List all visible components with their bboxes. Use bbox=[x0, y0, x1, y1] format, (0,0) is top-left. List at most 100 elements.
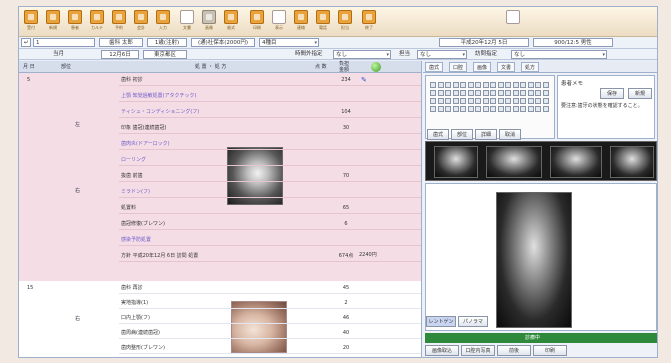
pen-icon[interactable]: ✎ bbox=[361, 76, 367, 84]
strip-thumb-1[interactable] bbox=[434, 146, 478, 178]
tab-3[interactable]: 文書 bbox=[497, 62, 516, 72]
tooth-cell[interactable] bbox=[497, 82, 504, 88]
save-button[interactable]: 保存 bbox=[600, 88, 624, 99]
table-row[interactable]: 歯周病(連続歯冠) 40 bbox=[119, 328, 421, 339]
table-row[interactable]: 口内上顎(フ) 46 bbox=[119, 313, 421, 324]
tooth-cell[interactable] bbox=[527, 98, 534, 104]
panorama-tab[interactable]: パノラマ bbox=[458, 316, 488, 327]
toolbar-button-chart[interactable]: カルテ bbox=[89, 10, 105, 34]
tooth-cell[interactable] bbox=[460, 82, 466, 88]
xray-large-view[interactable] bbox=[496, 192, 572, 328]
tooth-cell[interactable] bbox=[490, 82, 496, 88]
patient-id-field[interactable]: 1 bbox=[33, 38, 95, 47]
tooth-cell[interactable] bbox=[520, 98, 526, 104]
clear-button[interactable]: 取消 bbox=[499, 129, 521, 140]
tooth-cell[interactable] bbox=[445, 98, 451, 104]
viewer-tab-0[interactable]: 画像取込 bbox=[425, 345, 459, 356]
table-row[interactable]: ローリング bbox=[119, 155, 421, 166]
tooth-cell[interactable] bbox=[512, 82, 519, 88]
month-field[interactable]: 12月6日 bbox=[101, 50, 139, 59]
tooth-cell[interactable] bbox=[437, 98, 444, 104]
viewer-tab-2[interactable]: 前後 bbox=[497, 345, 531, 356]
tooth-cell[interactable] bbox=[445, 90, 451, 96]
tooth-cell[interactable] bbox=[475, 98, 481, 104]
tooth-cell[interactable] bbox=[430, 106, 436, 112]
tooth-cell[interactable] bbox=[527, 106, 534, 112]
toolbar-button-document[interactable] bbox=[505, 10, 521, 34]
toolbar-button-image[interactable]: 画像 bbox=[201, 10, 217, 34]
tooth-cell[interactable] bbox=[482, 106, 489, 112]
table-row[interactable]: 歯肉整形(ブレワン) 20 bbox=[119, 343, 421, 354]
xray-tab[interactable]: レントゲン bbox=[426, 316, 456, 327]
toolbar-button-monitor[interactable]: 表示 bbox=[271, 10, 287, 34]
table-row[interactable]: ティシュ・コンディショニング(フ) 104 bbox=[119, 107, 421, 118]
table-row[interactable]: 印象 歯冠(連続歯冠) 30 bbox=[119, 123, 421, 134]
toolbar-button-calendar[interactable]: 予約 bbox=[111, 10, 127, 34]
tooth-cell[interactable] bbox=[460, 98, 466, 104]
tooth-cell[interactable] bbox=[512, 98, 519, 104]
tooth-cell[interactable] bbox=[527, 90, 534, 96]
tooth-cell[interactable] bbox=[520, 106, 526, 112]
ok-icon[interactable] bbox=[371, 62, 381, 72]
tooth-cell[interactable] bbox=[535, 106, 541, 112]
detail-button[interactable]: 詳細 bbox=[475, 129, 497, 140]
tab-2[interactable]: 画像 bbox=[473, 62, 492, 72]
tooth-cell[interactable] bbox=[430, 82, 436, 88]
toolbar-button-bell[interactable]: 受付 bbox=[23, 10, 39, 34]
tooth-cell[interactable] bbox=[475, 82, 481, 88]
table-row[interactable]: 歯肉炎(ドアーロック) bbox=[119, 139, 421, 150]
tooth-button[interactable]: 歯式 bbox=[427, 129, 449, 140]
tooth-cell[interactable] bbox=[527, 82, 534, 88]
tooth-cell[interactable] bbox=[482, 90, 489, 96]
tooth-cell[interactable] bbox=[467, 98, 474, 104]
toolbar-button-card[interactable]: 入力 bbox=[155, 10, 171, 34]
tooth-cell[interactable] bbox=[535, 82, 541, 88]
tooth-cell[interactable] bbox=[505, 106, 511, 112]
table-row[interactable]: ミラドン(フ) bbox=[119, 187, 421, 198]
table-row[interactable]: 歯科 再診 45 bbox=[119, 283, 421, 294]
strip-thumb-3[interactable] bbox=[550, 146, 602, 178]
back-button[interactable]: ↵ bbox=[21, 38, 31, 47]
memo-text[interactable]: 要注意:歯牙の状態を確認すること。 bbox=[561, 102, 651, 110]
table-row[interactable]: 実地指導(1) 2 bbox=[119, 298, 421, 309]
tooth-cell[interactable] bbox=[490, 98, 496, 104]
tooth-cell[interactable] bbox=[460, 90, 466, 96]
tooth-cell[interactable] bbox=[452, 82, 459, 88]
tooth-cell[interactable] bbox=[497, 90, 504, 96]
tooth-cell[interactable] bbox=[505, 98, 511, 104]
tooth-cell[interactable] bbox=[520, 90, 526, 96]
viewer-tab-1[interactable]: 口腔内写真 bbox=[461, 345, 495, 356]
tooth-cell[interactable] bbox=[512, 106, 519, 112]
tooth-cell[interactable] bbox=[467, 82, 474, 88]
tooth-cell[interactable] bbox=[520, 82, 526, 88]
toolbar-button-help[interactable]: 終了 bbox=[361, 10, 377, 34]
tooth-cell[interactable] bbox=[445, 106, 451, 112]
count-select[interactable]: 4種目 bbox=[259, 38, 319, 47]
tooth-cell[interactable] bbox=[430, 98, 436, 104]
tooth-cell[interactable] bbox=[445, 82, 451, 88]
period-field[interactable]: 東京都区 bbox=[143, 50, 187, 59]
tooth-cell[interactable] bbox=[542, 106, 549, 112]
tooth-cell[interactable] bbox=[482, 98, 489, 104]
toolbar-button-patient[interactable]: 患者 bbox=[67, 10, 83, 34]
toolbar-button-phone[interactable]: 電話 bbox=[315, 10, 331, 34]
viewer-tab-3[interactable]: 印刷 bbox=[533, 345, 567, 356]
tooth-cell[interactable] bbox=[452, 106, 459, 112]
tooth-cell[interactable] bbox=[490, 90, 496, 96]
table-row[interactable]: 上顎 知覚過敏処置(アタクチック) bbox=[119, 91, 421, 102]
tooth-cell[interactable] bbox=[475, 90, 481, 96]
time-select[interactable]: なし bbox=[333, 50, 391, 59]
visit-select[interactable]: なし bbox=[511, 50, 607, 59]
table-row[interactable]: 歯冠修復(ブレワン) 6 bbox=[119, 219, 421, 230]
area-button[interactable]: 部位 bbox=[451, 129, 473, 140]
tooth-cell[interactable] bbox=[535, 90, 541, 96]
tooth-cell[interactable] bbox=[437, 106, 444, 112]
tooth-cell[interactable] bbox=[542, 98, 549, 104]
tooth-cell[interactable] bbox=[437, 90, 444, 96]
tooth-cell[interactable] bbox=[512, 90, 519, 96]
tooth-cell[interactable] bbox=[452, 90, 459, 96]
tooth-cell[interactable] bbox=[542, 90, 549, 96]
tooth-cell[interactable] bbox=[497, 98, 504, 104]
toolbar-button-paper[interactable]: 文書 bbox=[179, 10, 195, 34]
tooth-cell[interactable] bbox=[535, 98, 541, 104]
